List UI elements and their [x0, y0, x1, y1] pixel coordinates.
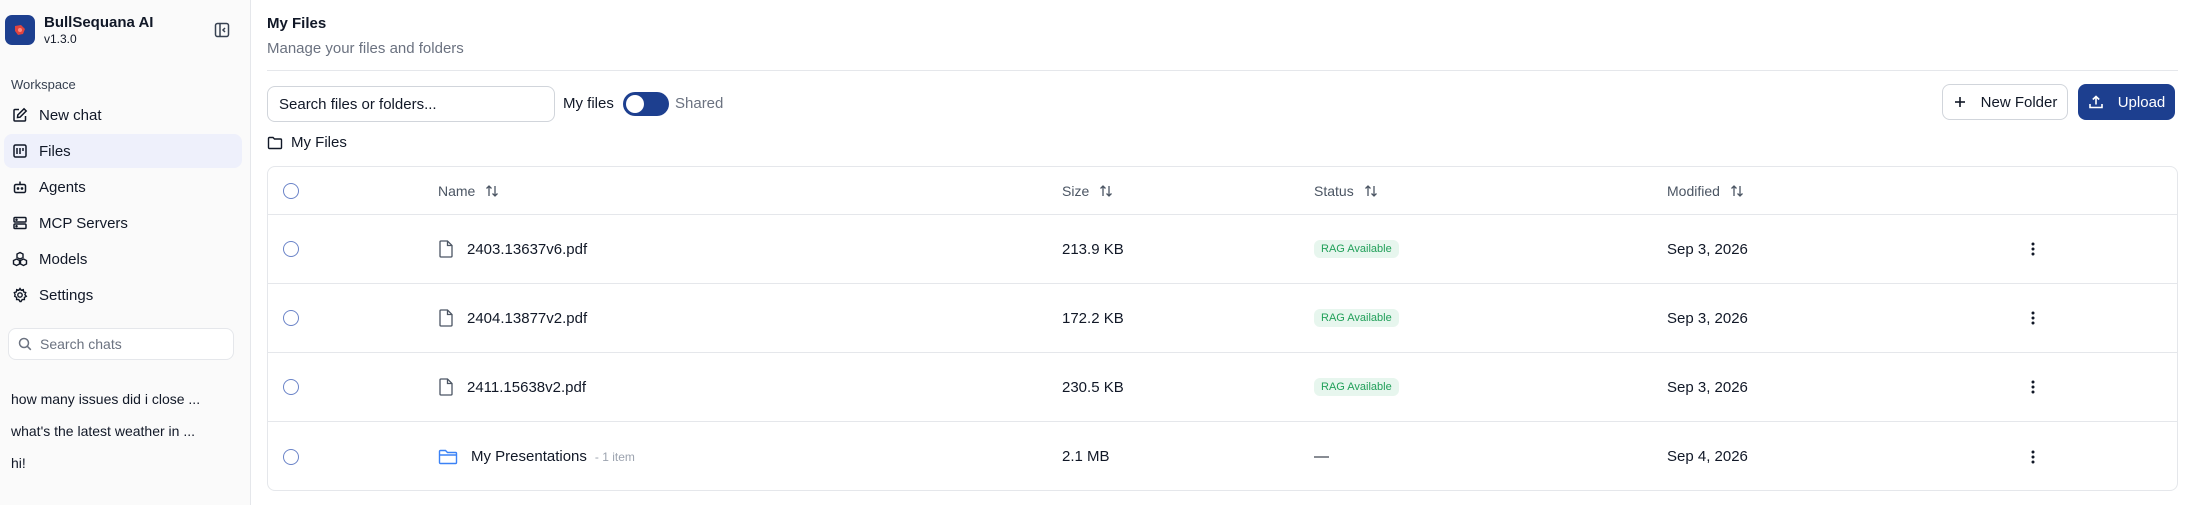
edit-icon [11, 106, 29, 124]
shared-toggle[interactable] [623, 92, 669, 116]
folder-icon [438, 449, 458, 465]
status-badge: RAG Available [1314, 240, 1399, 258]
column-label: Modified [1667, 182, 1720, 199]
modified-date: Sep 4, 2026 [1667, 448, 1748, 465]
app-logo [5, 15, 35, 45]
status-empty: — [1314, 448, 1329, 465]
sort-icon[interactable] [485, 184, 499, 198]
chat-history-item[interactable]: how many issues did i close ... [11, 388, 241, 420]
table-row[interactable]: 2404.13877v2.pdf 172.2 KB RAG Available … [268, 284, 2177, 353]
new-folder-label: New Folder [1980, 93, 2058, 111]
sidebar-item-label: New chat [39, 106, 102, 124]
gear-icon [11, 286, 29, 304]
upload-icon [2088, 94, 2104, 110]
sidebar-item-models[interactable]: Models [4, 242, 242, 276]
sidebar-item-label: MCP Servers [39, 214, 128, 232]
table-header: Name Size Status Modified [268, 167, 2177, 215]
chat-history-item[interactable]: hi! [11, 452, 241, 484]
column-header-size[interactable]: Size [1062, 167, 1113, 214]
column-label: Size [1062, 182, 1090, 199]
status-badge: RAG Available [1314, 309, 1399, 327]
file-name[interactable]: 2404.13877v2.pdf [467, 310, 587, 327]
file-size: 230.5 KB [1062, 378, 1124, 396]
sidebar-toggle-icon[interactable] [212, 20, 232, 40]
sidebar-nav: New chat Files Agents MCP Servers Models [4, 98, 242, 314]
sidebar-item-new-chat[interactable]: New chat [4, 98, 242, 132]
row-checkbox[interactable] [283, 241, 299, 257]
page-subtitle: Manage your files and folders [267, 40, 464, 57]
status-badge: RAG Available [1314, 378, 1399, 396]
column-label: Name [438, 182, 476, 199]
breadcrumb-label: My Files [291, 134, 347, 151]
modified-date: Sep 3, 2026 [1667, 378, 1748, 396]
file-icon [438, 309, 454, 327]
sidebar-item-label: Files [39, 142, 71, 160]
upload-button[interactable]: Upload [2078, 84, 2175, 120]
files-table: Name Size Status Modified 2403.13637v6.p… [267, 166, 2178, 491]
sidebar-item-mcp-servers[interactable]: MCP Servers [4, 206, 242, 240]
item-count: - 1 item [594, 449, 635, 464]
breadcrumb[interactable]: My Files [267, 134, 347, 151]
sort-icon[interactable] [1730, 184, 1744, 198]
column-header-status[interactable]: Status [1314, 167, 1378, 214]
toggle-knob [626, 95, 644, 113]
page-title: My Files [267, 15, 327, 32]
row-checkbox[interactable] [283, 448, 299, 465]
app-name: BullSequana AI [44, 14, 154, 31]
file-size: 2.1 MB [1062, 448, 1110, 465]
file-size: 172.2 KB [1062, 309, 1124, 327]
file-icon [438, 378, 454, 396]
sort-icon[interactable] [1099, 184, 1113, 198]
bot-icon [11, 178, 29, 196]
folder-name[interactable]: My Presentations [471, 448, 587, 465]
sidebar-item-label: Models [39, 250, 88, 268]
table-row[interactable]: 2403.13637v6.pdf 213.9 KB RAG Available … [268, 215, 2177, 284]
select-all-checkbox[interactable] [283, 182, 299, 199]
sidebar-item-files[interactable]: Files [4, 134, 242, 168]
column-header-name[interactable]: Name [438, 167, 499, 214]
modified-date: Sep 3, 2026 [1667, 240, 1748, 258]
sidebar-item-label: Agents [39, 178, 86, 196]
main-content: My Files Manage your files and folders M… [252, 0, 2185, 505]
brand[interactable]: BullSequana AI v1.3.0 [5, 14, 153, 46]
sidebar-item-label: Settings [39, 286, 94, 304]
plus-icon [1953, 95, 1967, 109]
sort-icon[interactable] [1364, 184, 1378, 198]
chat-history-item[interactable]: what's the latest weather in ... [11, 420, 241, 452]
table-row[interactable]: 2411.15638v2.pdf 230.5 KB RAG Available … [268, 353, 2177, 422]
app-version: v1.3.0 [44, 32, 77, 46]
sidebar-item-agents[interactable]: Agents [4, 170, 242, 204]
files-icon [11, 142, 29, 160]
chat-search-input[interactable] [40, 336, 220, 352]
more-options-icon[interactable] [2023, 377, 2043, 397]
file-size: 213.9 KB [1062, 240, 1124, 258]
column-header-modified[interactable]: Modified [1667, 167, 1744, 214]
file-name[interactable]: 2403.13637v6.pdf [467, 241, 587, 258]
divider [267, 70, 2178, 71]
modified-date: Sep 3, 2026 [1667, 309, 1748, 327]
file-search-input[interactable] [267, 86, 555, 122]
row-checkbox[interactable] [283, 379, 299, 395]
file-name[interactable]: 2411.15638v2.pdf [467, 379, 586, 396]
more-options-icon[interactable] [2023, 239, 2043, 259]
sidebar-item-settings[interactable]: Settings [4, 278, 242, 312]
search-icon [18, 337, 32, 351]
server-icon [11, 214, 29, 232]
new-folder-button[interactable]: New Folder [1942, 84, 2068, 120]
more-options-icon[interactable] [2023, 447, 2043, 467]
chat-search[interactable] [8, 328, 234, 360]
upload-label: Upload [2117, 93, 2166, 111]
more-options-icon[interactable] [2023, 308, 2043, 328]
column-label: Status [1314, 182, 1354, 199]
chat-history: how many issues did i close ... what's t… [11, 388, 241, 484]
folder-icon [267, 136, 283, 150]
sidebar: BullSequana AI v1.3.0 Workspace New chat… [0, 0, 251, 505]
table-row[interactable]: My Presentations - 1 item 2.1 MB — Sep 4… [268, 422, 2177, 490]
row-checkbox[interactable] [283, 310, 299, 326]
file-icon [438, 240, 454, 258]
my-files-label: My files [563, 95, 614, 112]
shared-label: Shared [675, 95, 724, 112]
cubes-icon [11, 250, 29, 268]
workspace-label: Workspace [11, 77, 76, 92]
